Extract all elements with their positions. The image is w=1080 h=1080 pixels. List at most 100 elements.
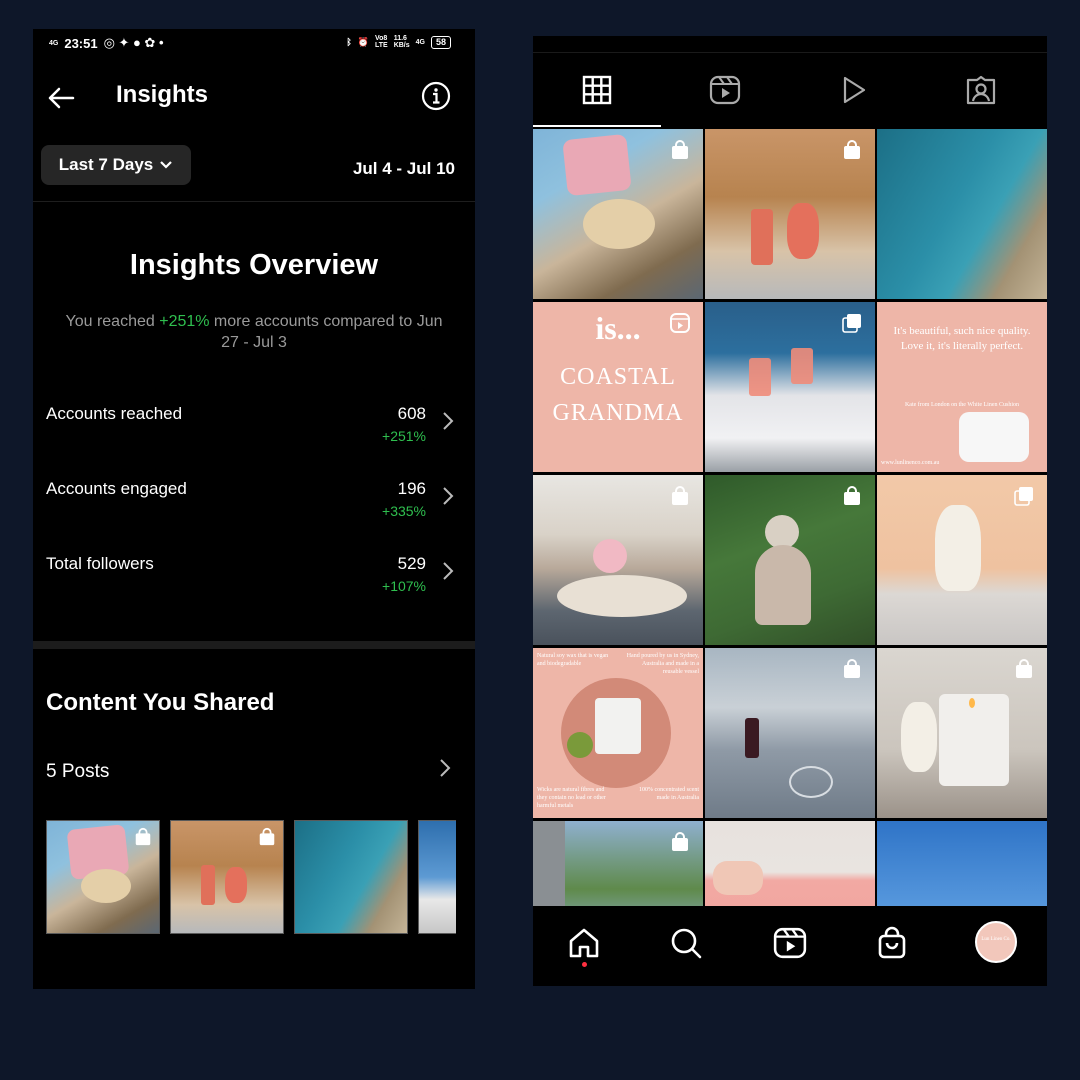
metric-accounts-reached[interactable]: Accounts reached 608 +251% xyxy=(46,404,456,454)
grid-post[interactable] xyxy=(877,475,1047,645)
reel-icon xyxy=(670,313,690,333)
grid-post[interactable]: It's beautiful, such nice quality. Love … xyxy=(877,302,1047,472)
grid-post[interactable] xyxy=(533,129,703,299)
metric-change: +335% xyxy=(382,503,426,519)
chevron-right-icon xyxy=(443,487,454,505)
shopping-bag-icon xyxy=(844,140,860,159)
tab-grid[interactable] xyxy=(533,53,661,127)
chevron-down-icon xyxy=(160,161,173,169)
posts-count-link[interactable]: 5 Posts xyxy=(46,761,109,783)
post-text: Wicks are natural fibres and they contai… xyxy=(537,787,606,809)
status-bar: 4G 23:51 ◎ ✦ ● ✿ • ᛒ ⏰ Vo8 LTE 11.6 KB/s 4… xyxy=(33,29,475,57)
grid-post[interactable] xyxy=(533,821,703,906)
post-thumbnail[interactable] xyxy=(418,820,456,934)
insights-screen: 4G 23:51 ◎ ✦ ● ✿ • ᛒ ⏰ Vo8 LTE 11.6 KB/s 4… xyxy=(33,29,475,989)
chevron-right-icon xyxy=(443,412,454,430)
grid-post[interactable]: Natural soy wax that is vegan and biodeg… xyxy=(533,648,703,818)
overview-summary: You reached +251% more accounts compared… xyxy=(65,313,443,351)
network-indicator: 4G xyxy=(49,39,59,47)
notification-icons: ◎ ✦ ● ✿ • xyxy=(103,35,164,50)
home-icon xyxy=(569,928,599,958)
post-attribution: Kate from London on the White Linen Cush… xyxy=(904,402,1020,408)
grid-post[interactable] xyxy=(877,129,1047,299)
overview-title: Insights Overview xyxy=(129,249,379,281)
grid-post[interactable] xyxy=(705,821,875,906)
shopping-bag-icon xyxy=(844,486,860,505)
info-icon[interactable] xyxy=(421,81,451,111)
speed-indicator: 11.6 KB/s xyxy=(393,35,410,49)
post-text: COASTAL xyxy=(560,364,676,390)
metric-value: 196 xyxy=(397,479,426,498)
profile-tabs xyxy=(533,52,1047,127)
section-divider xyxy=(33,641,475,649)
dropdown-label: Last 7 Days xyxy=(58,155,154,174)
metric-total-followers[interactable]: Total followers 529 +107% xyxy=(46,554,456,604)
post-grid: is... COASTAL GRANDMA It's beautiful, su… xyxy=(533,129,1047,906)
shopping-bag-icon xyxy=(672,832,688,851)
profile-screen: is... COASTAL GRANDMA It's beautiful, su… xyxy=(533,36,1047,986)
nav-reels[interactable] xyxy=(771,924,809,962)
notification-dot xyxy=(582,962,587,967)
reels-icon xyxy=(773,927,807,959)
carousel-icon xyxy=(842,314,861,333)
profile-avatar[interactable]: Lun Linen Co. xyxy=(975,921,1017,963)
metric-label: Total followers xyxy=(46,554,154,573)
grid-post[interactable] xyxy=(877,648,1047,818)
grid-post[interactable] xyxy=(877,821,1047,906)
grid-post[interactable] xyxy=(705,475,875,645)
post-thumbnail[interactable] xyxy=(46,820,160,934)
overview-percent: +251% xyxy=(159,313,210,330)
metric-value: 529 xyxy=(397,554,426,573)
post-text: 100% concentrated scent made in Australi… xyxy=(639,787,699,801)
grid-post[interactable] xyxy=(705,129,875,299)
date-range-dropdown[interactable]: Last 7 Days xyxy=(41,145,191,185)
metric-change: +251% xyxy=(382,428,426,444)
grid-post[interactable]: is... COASTAL GRANDMA xyxy=(533,302,703,472)
divider xyxy=(33,201,475,202)
insights-header: Insights xyxy=(33,79,475,123)
post-thumbnail[interactable] xyxy=(170,820,284,934)
avatar-text: Lun Linen Co. xyxy=(981,937,1011,942)
bluetooth-icon: ᛒ xyxy=(346,37,352,47)
carousel-icon xyxy=(1014,487,1033,506)
tagged-icon xyxy=(966,75,996,105)
metric-change: +107% xyxy=(382,578,426,594)
shopping-bag-icon xyxy=(844,659,860,678)
metric-label: Accounts engaged xyxy=(46,479,187,498)
post-quote: It's beautiful, such nice quality. Love … xyxy=(893,325,1031,352)
shopping-bag-icon xyxy=(259,827,275,846)
post-url: www.lunlinenco.com.au xyxy=(881,460,940,466)
back-arrow-icon[interactable] xyxy=(46,83,76,113)
grid-icon xyxy=(582,75,612,105)
signal-indicator: 4G xyxy=(415,38,425,46)
date-range-text: Jul 4 - Jul 10 xyxy=(352,159,455,178)
shopping-bag-icon xyxy=(672,486,688,505)
search-icon xyxy=(671,928,702,959)
metric-accounts-engaged[interactable]: Accounts engaged 196 +335% xyxy=(46,479,456,529)
nav-home[interactable] xyxy=(565,924,603,962)
play-icon xyxy=(843,76,866,104)
chevron-right-icon[interactable] xyxy=(437,757,453,779)
post-thumbnail[interactable] xyxy=(294,820,408,934)
battery-indicator: 58 xyxy=(430,35,451,49)
nav-search[interactable] xyxy=(667,924,705,962)
shopping-bag-icon xyxy=(672,140,688,159)
shopping-bag-icon xyxy=(135,827,151,846)
shopping-bag-icon xyxy=(878,926,906,959)
active-tab-indicator xyxy=(533,125,661,127)
bottom-nav: Lun Linen Co. xyxy=(533,906,1047,986)
tab-videos[interactable] xyxy=(789,53,917,127)
tab-reels[interactable] xyxy=(661,53,789,127)
grid-post[interactable] xyxy=(705,302,875,472)
grid-post[interactable] xyxy=(533,475,703,645)
grid-post[interactable] xyxy=(705,648,875,818)
page-title: Insights xyxy=(116,81,209,108)
shopping-bag-icon xyxy=(1016,659,1032,678)
post-text: Hand poured by us in Sydney, Australia a… xyxy=(626,653,699,675)
shared-posts-carousel xyxy=(46,820,456,936)
content-shared-title: Content You Shared xyxy=(46,689,275,716)
metric-value: 608 xyxy=(397,404,426,423)
tab-tagged[interactable] xyxy=(917,53,1045,127)
metric-label: Accounts reached xyxy=(46,404,183,423)
nav-shop[interactable] xyxy=(873,924,911,962)
